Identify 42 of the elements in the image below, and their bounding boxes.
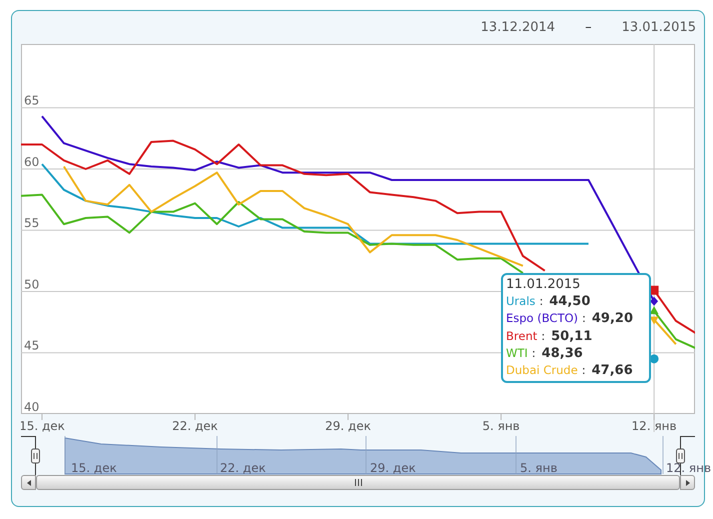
series-name: Dubai Crude [506, 363, 578, 378]
series-value: 50,11 [551, 328, 592, 344]
triangle-marker [650, 306, 659, 314]
series-name: Espo (BCTO) [506, 311, 578, 326]
y-axis-label: 65 [24, 94, 40, 108]
start-date[interactable]: 13.12.2014 [480, 18, 556, 38]
y-axis-label: 55 [24, 216, 40, 230]
series-value: 47,66 [592, 363, 633, 378]
y-axis-label: 50 [24, 277, 40, 292]
navigator-date-label: 29. дек [370, 461, 416, 475]
y-axis-label: 45 [24, 338, 40, 353]
colon-text: : [582, 363, 586, 378]
x-axis-label: 22. дек [172, 419, 218, 433]
x-axis-label: 12. янв [632, 419, 677, 433]
colon-text: : [532, 346, 536, 360]
y-axis-label: 60 [24, 154, 40, 169]
triangle-marker [650, 316, 659, 325]
navigator-date-label: 5. янв [520, 461, 558, 475]
series-value: 49,20 [592, 311, 634, 326]
navigator-date-label: 22. дек [220, 461, 266, 475]
y-axis-label: 40 [24, 400, 40, 414]
left-arrow-icon [26, 480, 30, 486]
colon-text: : [541, 328, 546, 343]
series-name: Urals [506, 294, 536, 308]
colon-text: : [539, 294, 544, 308]
scrollbar-thumb[interactable] [36, 475, 680, 490]
end-date[interactable]: 13.01.2015 [622, 18, 696, 38]
range-separator: – [585, 18, 592, 37]
colon-text: : [582, 311, 586, 326]
scroll-left-button[interactable] [21, 475, 36, 490]
x-axis-label: 29. дек [325, 419, 371, 433]
x-axis-label: 5. янв [482, 419, 520, 433]
scroll-right-button[interactable] [680, 475, 695, 490]
series-value: 48,36 [542, 346, 583, 361]
navigator-date-label: 15. дек [71, 461, 117, 475]
tooltip-date: 11.01.2015 [506, 277, 582, 294]
right-arrow-icon [686, 480, 690, 486]
series-name: Brent [506, 328, 538, 343]
series-name: WTI [506, 346, 528, 360]
series-value: 44,50 [549, 294, 590, 310]
grip-icon [354, 479, 362, 486]
range-handle[interactable] [20, 436, 40, 478]
